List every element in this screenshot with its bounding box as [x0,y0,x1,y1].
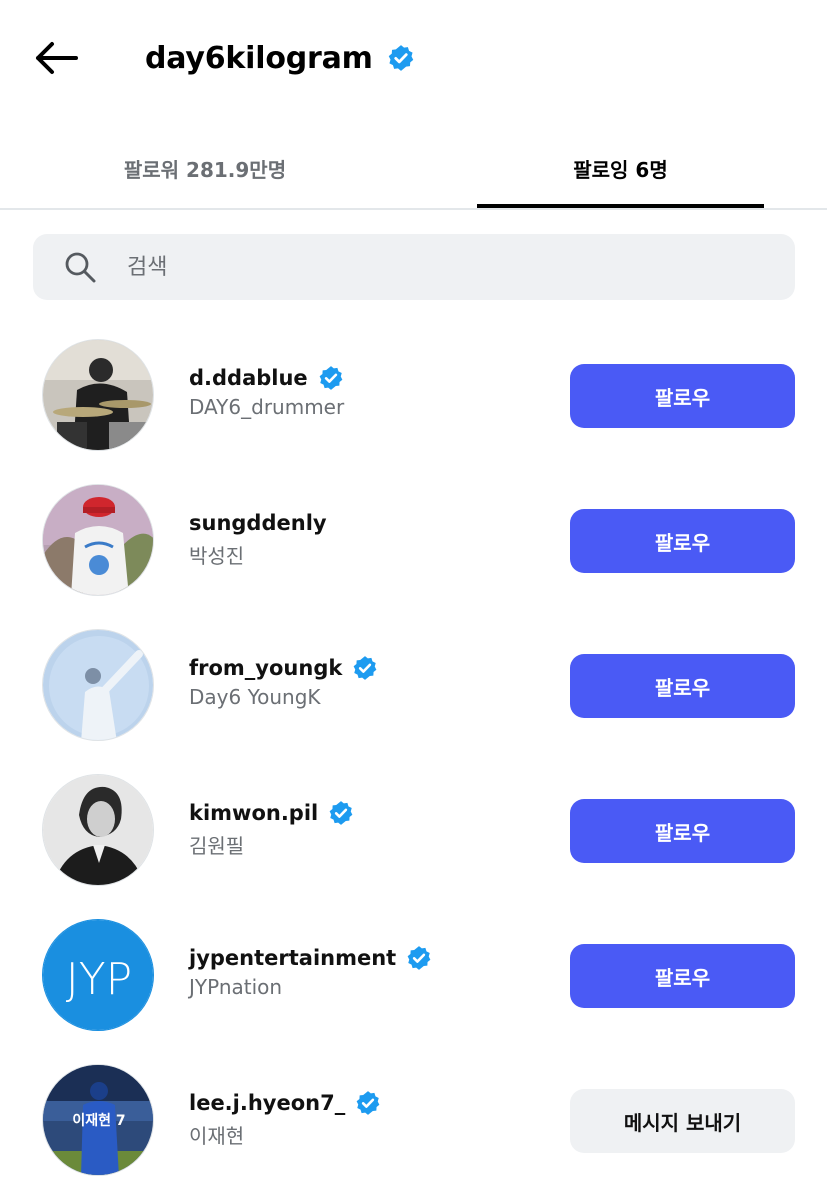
user-info: jypentertainment JYPnation [189,943,432,999]
follow-button[interactable]: 팔로우 [570,654,795,718]
follow-button[interactable]: 팔로우 [570,509,795,573]
avatar[interactable] [42,774,154,886]
display-name: DAY6_drummer [189,395,345,419]
avatar[interactable]: JYP [42,919,154,1031]
tab-following[interactable]: 팔로잉 6명 [477,128,764,208]
username[interactable]: from_youngk [189,656,342,680]
verified-badge-icon [355,1090,381,1116]
search-input[interactable] [127,254,687,280]
list-item[interactable]: JYP jypentertainment JYPnation 팔로우 [0,896,827,1041]
search-icon [63,250,97,284]
verified-badge-icon [352,655,378,681]
avatar[interactable] [42,339,154,451]
top-app-bar: day6kilogram [0,0,827,115]
username[interactable]: jypentertainment [189,946,396,970]
search-bar [33,234,795,300]
list-item[interactable]: sungddenly 박성진 팔로우 [0,461,827,606]
user-info: d.ddablue DAY6_drummer [189,363,344,419]
list-item[interactable]: 이재현 7 lee.j.hyeon7_ 이재현 메시지 보내기 [0,1041,827,1186]
display-name: 김원필 [189,834,245,858]
jyp-logo-text: JYP [66,954,132,1005]
verified-badge-icon [318,365,344,391]
user-info: from_youngk Day6 YoungK [189,653,378,709]
active-tab-indicator [477,204,764,208]
tab-followers[interactable]: 팔로워 281.9만명 [60,128,350,208]
verified-badge-icon [406,945,432,971]
list-item[interactable]: d.ddablue DAY6_drummer 팔로우 [0,316,827,461]
avatar[interactable]: 이재현 7 [42,1064,154,1176]
username[interactable]: sungddenly [189,511,327,535]
username[interactable]: lee.j.hyeon7_ [189,1091,345,1115]
profile-username: day6kilogram [145,40,373,76]
avatar[interactable] [42,629,154,741]
display-name: Day6 YoungK [189,685,321,709]
user-info: lee.j.hyeon7_ 이재현 [189,1088,381,1149]
follow-button[interactable]: 팔로우 [570,799,795,863]
verified-badge-icon [328,800,354,826]
back-button[interactable] [30,36,82,80]
username[interactable]: d.ddablue [189,366,308,390]
user-info: kimwon.pil 김원필 [189,798,354,859]
username[interactable]: kimwon.pil [189,801,318,825]
message-button[interactable]: 메시지 보내기 [570,1089,795,1153]
list-item[interactable]: kimwon.pil 김원필 팔로우 [0,751,827,896]
verified-badge-icon [387,44,415,72]
follow-tabs: 팔로워 281.9만명 팔로잉 6명 [0,128,827,210]
display-name: 이재현 [189,1124,245,1148]
profile-title: day6kilogram [145,38,415,78]
user-info: sungddenly 박성진 [189,508,327,569]
list-item[interactable]: from_youngk Day6 YoungK 팔로우 [0,606,827,751]
follow-button[interactable]: 팔로우 [570,364,795,428]
follow-button[interactable]: 팔로우 [570,944,795,1008]
display-name: JYPnation [189,975,283,999]
avatar[interactable] [42,484,154,596]
arrow-left-icon [36,42,78,74]
display-name: 박성진 [189,544,245,568]
jersey-text: 이재현 7 [72,1112,125,1129]
